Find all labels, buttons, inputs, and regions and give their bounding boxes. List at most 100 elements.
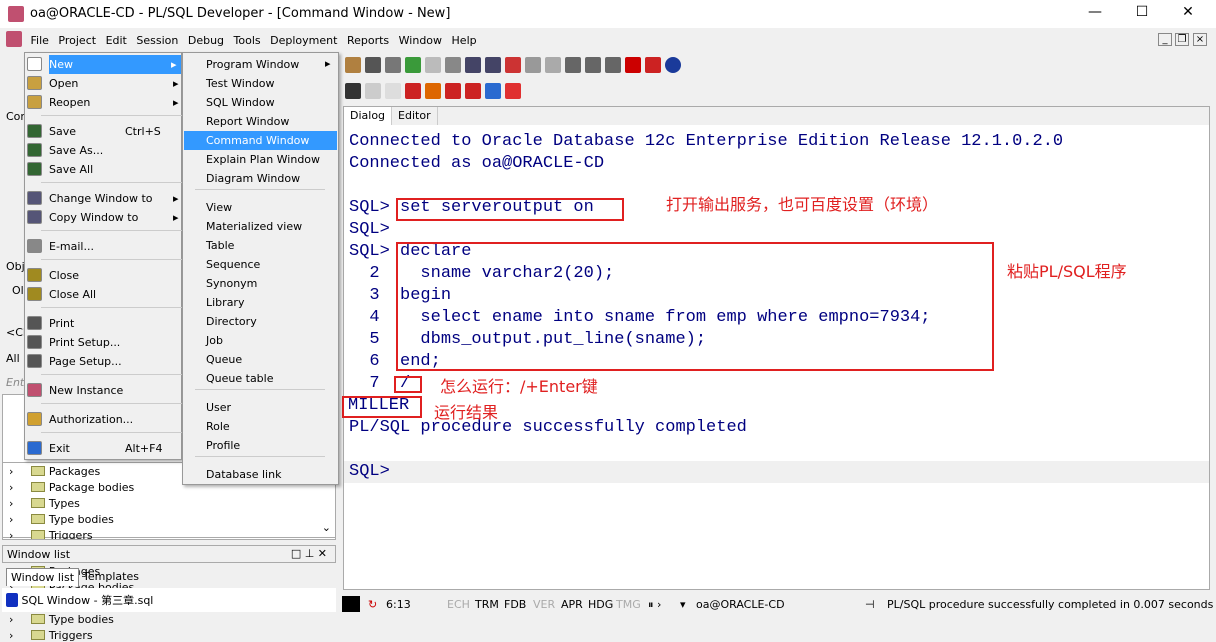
debug-out-icon[interactable] [465,83,481,99]
file-menu-item-save[interactable]: Save Ctrl+S [25,122,181,141]
file-menu-item-authorization[interactable]: Authorization... [25,410,181,429]
export-icon[interactable] [425,57,441,73]
refresh-icon[interactable]: ↻ [368,598,377,611]
tree-item[interactable]: › Type bodies [9,613,114,626]
file-menu-item-print[interactable]: Print [25,314,181,333]
tab-dialog[interactable]: Dialog [344,107,393,125]
new-submenu-item-explain-plan-window[interactable]: Explain Plan Window [184,150,337,169]
file-menu-item-close[interactable]: Close [25,266,181,285]
indent-icon[interactable] [465,57,481,73]
objects-tab[interactable]: Obj [6,260,25,273]
menu-deployment[interactable]: Deployment [267,31,340,47]
new-submenu-item-role[interactable]: Role [184,417,337,436]
connection-label[interactable]: oa@ORACLE-CD [696,598,785,611]
menu-window[interactable]: Window [396,31,445,47]
wrench-icon[interactable] [345,83,361,99]
file-menu-item-change-window-to[interactable]: Change Window to ▸ [25,189,181,208]
file-menu-item-page-setup[interactable]: Page Setup... [25,352,181,371]
file-menu-item-print-setup[interactable]: Print Setup... [25,333,181,352]
new-submenu-item-view[interactable]: View [184,198,337,217]
mdi-restore-button[interactable]: ❐ [1175,33,1189,46]
flag-fdb[interactable]: FDB [504,598,526,611]
tab-templates[interactable]: Templates [79,568,143,586]
comment-icon[interactable] [505,57,521,73]
new-submenu-item-profile[interactable]: Profile [184,436,337,455]
tree-item-type-bodies[interactable]: › Type bodies [9,513,114,526]
panel-controls-icon[interactable]: □ ⊥ ✕ [291,547,327,560]
file-menu-item-reopen[interactable]: Reopen ▸ [25,93,181,112]
tool-icon[interactable] [525,57,541,73]
file-menu-item-close-all[interactable]: Close All [25,285,181,304]
debug-over-icon[interactable] [445,83,461,99]
tree-item-package-bodies[interactable]: › Package bodies [9,481,134,494]
window3-icon[interactable] [605,57,621,73]
mdi-close-button[interactable]: × [1193,33,1207,46]
new-submenu-item-table[interactable]: Table [184,236,337,255]
file-menu-item-new-instance[interactable]: New Instance [25,381,181,400]
menu-debug[interactable]: Debug [185,31,227,47]
arrow-right-red-icon[interactable] [505,83,521,99]
flag-apr[interactable]: APR [561,598,583,611]
new-submenu-item-report-window[interactable]: Report Window [184,112,337,131]
menu-edit[interactable]: Edit [103,31,130,47]
new-submenu-item-sequence[interactable]: Sequence [184,255,337,274]
flag-tmg[interactable]: TMG [616,598,641,611]
import-icon[interactable] [405,57,421,73]
menu-session[interactable]: Session [133,31,181,47]
tree-item-types[interactable]: › Types [9,497,80,510]
file-menu-item-exit[interactable]: Exit Alt+F4 [25,439,181,458]
file-menu-item-save-all[interactable]: Save All [25,160,181,179]
connection-dropdown-icon[interactable]: ▾ [680,598,686,611]
file-menu-item-open[interactable]: Open ▸ [25,74,181,93]
debug-into-icon[interactable] [425,83,441,99]
tab-window-list[interactable]: Window list [6,568,80,586]
tree-item-triggers[interactable]: › Triggers [9,529,93,539]
new-submenu-item-queue[interactable]: Queue [184,350,337,369]
info-icon[interactable] [665,57,681,73]
new-submenu-item-queue-table[interactable]: Queue table [184,369,337,388]
paste-icon[interactable] [345,57,361,73]
file-menu-item-new[interactable]: New ▸ [27,55,181,74]
find-icon[interactable] [365,57,381,73]
objects-subtab[interactable]: Ol [12,284,24,297]
flag-trm[interactable]: TRM [475,598,499,611]
tool2-icon[interactable] [545,57,561,73]
user-select[interactable]: <Cl [6,326,26,339]
new-submenu-item-sql-window[interactable]: SQL Window [184,93,337,112]
menu-file[interactable]: File [28,31,52,47]
mdi-minimize-button[interactable]: _ [1158,33,1172,46]
debug-step-icon[interactable] [405,83,421,99]
file-menu-item-copy-window-to[interactable]: Copy Window to ▸ [25,208,181,227]
file-menu-item-save-as[interactable]: Save As... [25,141,181,160]
tree-item-packages[interactable]: › Packages [9,465,100,478]
filter-select[interactable]: All [6,352,20,365]
tree-item[interactable]: › Triggers [9,629,93,642]
menu-help[interactable]: Help [449,31,480,47]
new-submenu-item-diagram-window[interactable]: Diagram Window [184,169,337,188]
new-submenu-item-database-link[interactable]: Database link [184,465,337,484]
new-submenu-item-job[interactable]: Job [184,331,337,350]
menu-reports[interactable]: Reports [344,31,392,47]
new-submenu-item-program-window[interactable]: Program Window [184,55,337,74]
new-submenu-item-directory[interactable]: Directory [184,312,337,331]
oracle-icon[interactable] [625,57,641,73]
flag-ech[interactable]: ECH [447,598,470,611]
arrow-right-blue-icon[interactable] [485,83,501,99]
unindent-icon[interactable] [485,57,501,73]
new-submenu-item-test-window[interactable]: Test Window [184,74,337,93]
maximize-button[interactable]: ☐ [1122,4,1162,20]
window-icon[interactable] [565,57,581,73]
flag-hdg[interactable]: HDG [588,598,613,611]
new-submenu-item-command-window[interactable]: Command Window [184,131,337,150]
find-next-icon[interactable] [385,57,401,73]
pause-icon[interactable]: ⏸ › [648,598,661,612]
new-submenu-item-library[interactable]: Library [184,293,337,312]
menu-project[interactable]: Project [55,31,99,47]
check-icon[interactable] [445,57,461,73]
file-menu-item-e-mail[interactable]: E-mail... [25,237,181,256]
tab-editor[interactable]: Editor [392,107,438,125]
connection-tab[interactable]: Cor [6,110,25,123]
command-window[interactable]: Dialog Editor Connected to Oracle Databa… [342,106,1210,590]
window-list-item[interactable]: SQL Window - 第三章.sql [2,588,336,612]
minimize-button[interactable]: — [1075,4,1115,20]
